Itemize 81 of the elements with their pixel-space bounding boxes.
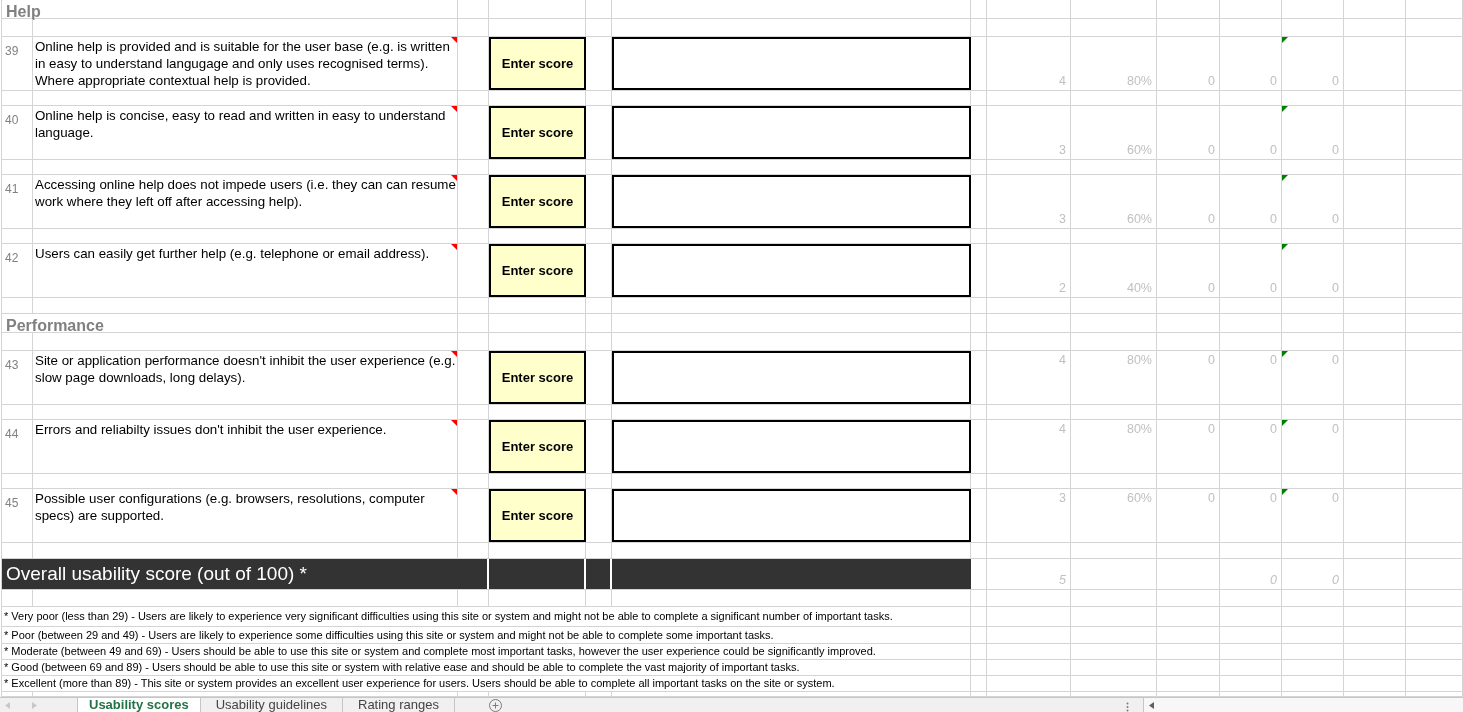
footnote-text: * Good (between 69 and 89) - Users should be able to use this site or system with relative ease and should be able to complete the vast majority of important tasks. (4, 661, 800, 674)
count-value: 0 (1270, 281, 1277, 295)
row-number: 45 (5, 496, 19, 510)
rating-value: 3 (1059, 143, 1066, 157)
caret-left-icon[interactable] (1149, 702, 1154, 709)
count-value: 0 (1270, 212, 1277, 226)
count-value: 0 (1270, 573, 1277, 587)
comment-field[interactable] (612, 489, 971, 542)
percentage-value: 60% (1126, 212, 1152, 226)
percentage-value: 60% (1126, 143, 1152, 157)
score-field[interactable]: Enter score (489, 175, 586, 228)
criterion-text: Users can easily get further help (e.g. telephone or email address). (35, 245, 431, 262)
count-value: 0 (1208, 281, 1215, 295)
score-field[interactable]: Enter score (489, 351, 586, 404)
count-value: 0 (1332, 281, 1339, 295)
rating-value: 4 (1059, 353, 1066, 367)
percentage-value: 80% (1126, 353, 1152, 367)
percentage-value: 80% (1126, 74, 1152, 88)
percentage-value: 80% (1126, 422, 1152, 436)
criterion-text: Possible user configurations (e.g. browsers, resolutions, computer specs) are supported. (35, 490, 426, 524)
row-number: 42 (5, 251, 19, 265)
footnote-text: * Very poor (less than 29) - Users are likely to experience very significant difficulties using this site or system and might not be able to complete a significant number of important tasks. (4, 610, 893, 623)
count-value: 0 (1332, 353, 1339, 367)
row-number: 39 (5, 44, 19, 58)
score-field[interactable]: Enter score (489, 420, 586, 473)
count-value: 0 (1332, 212, 1339, 226)
count-value: 0 (1332, 573, 1339, 587)
score-field[interactable]: Enter score (489, 37, 586, 90)
criterion-text: Errors and reliabilty issues don't inhibit the user experience. (35, 421, 388, 438)
comment-field[interactable] (612, 106, 971, 159)
footnote-text: * Excellent (more than 89) - This site or system provides an excellent user experience for users. Users should be able to complete all important tasks on the site or system. (4, 677, 835, 690)
count-value: 0 (1270, 491, 1277, 505)
overall-score-cell (586, 559, 612, 589)
criterion-text: Accessing online help does not impede users (i.e. they can can resume work where they left off after accessing help). (35, 176, 457, 210)
sheet-tab[interactable]: Usability scores (77, 698, 201, 712)
row-number: 41 (5, 182, 19, 196)
count-value: 0 (1332, 143, 1339, 157)
rating-value: 4 (1059, 74, 1066, 88)
rating-value: 4 (1059, 422, 1066, 436)
count-value: 0 (1270, 422, 1277, 436)
rating-value: 3 (1059, 212, 1066, 226)
percentage-value: 40% (1126, 281, 1152, 295)
count-value: 0 (1208, 422, 1215, 436)
count-value: 0 (1270, 353, 1277, 367)
score-field[interactable]: Enter score (489, 489, 586, 542)
criterion-text: Online help is concise, easy to read and written in easy to understand language. (35, 107, 447, 141)
criterion-text: Online help is provided and is suitable for the user base (e.g. is written in easy to understand langugage and only uses recognised terms). Where appropriate contextual help is provided. (35, 38, 451, 89)
row-number: 44 (5, 427, 19, 441)
count-value: 0 (1208, 74, 1215, 88)
section-heading: Help (6, 3, 41, 20)
rating-value: 3 (1059, 491, 1066, 505)
sheet-tab[interactable]: Usability guidelines (200, 698, 343, 712)
footnote-text: * Poor (between 29 and 49) - Users are likely to experience some difficulties using this site or system and might not be able to complete some important tasks. (4, 628, 774, 642)
add-icon[interactable] (488, 699, 502, 712)
count-value: 0 (1332, 491, 1339, 505)
score-field[interactable]: Enter score (489, 244, 586, 297)
count-value: 0 (1270, 143, 1277, 157)
comment-field[interactable] (612, 351, 971, 404)
comment-field[interactable] (612, 420, 971, 473)
section-heading: Performance (6, 317, 104, 334)
more-icon[interactable] (1126, 702, 1129, 712)
criterion-text: Site or application performance doesn't inhibit the user experience (e.g. slow page downloads, long delays). (35, 352, 457, 386)
comment-field[interactable] (612, 175, 971, 228)
rating-value: 5 (1059, 573, 1066, 587)
row-number: 43 (5, 358, 19, 372)
comment-field[interactable] (612, 244, 971, 297)
count-value: 0 (1332, 74, 1339, 88)
count-value: 0 (1208, 143, 1215, 157)
rating-value: 2 (1059, 281, 1066, 295)
percentage-value: 60% (1126, 491, 1152, 505)
count-value: 0 (1208, 212, 1215, 226)
count-value: 0 (1208, 491, 1215, 505)
count-value: 0 (1208, 353, 1215, 367)
score-field[interactable]: Enter score (489, 106, 586, 159)
row-number: 40 (5, 113, 19, 127)
sheet-tab[interactable]: Rating ranges (343, 698, 455, 712)
comment-field[interactable] (612, 37, 971, 90)
overall-score-label: Overall usability score (out of 100) * (2, 559, 489, 589)
count-value: 0 (1270, 74, 1277, 88)
count-value: 0 (1332, 422, 1339, 436)
footnote-text: * Moderate (between 49 and 69) - Users should be able to use this site or system and complete most important tasks, however the user experience could be significantly improved. (4, 645, 876, 658)
